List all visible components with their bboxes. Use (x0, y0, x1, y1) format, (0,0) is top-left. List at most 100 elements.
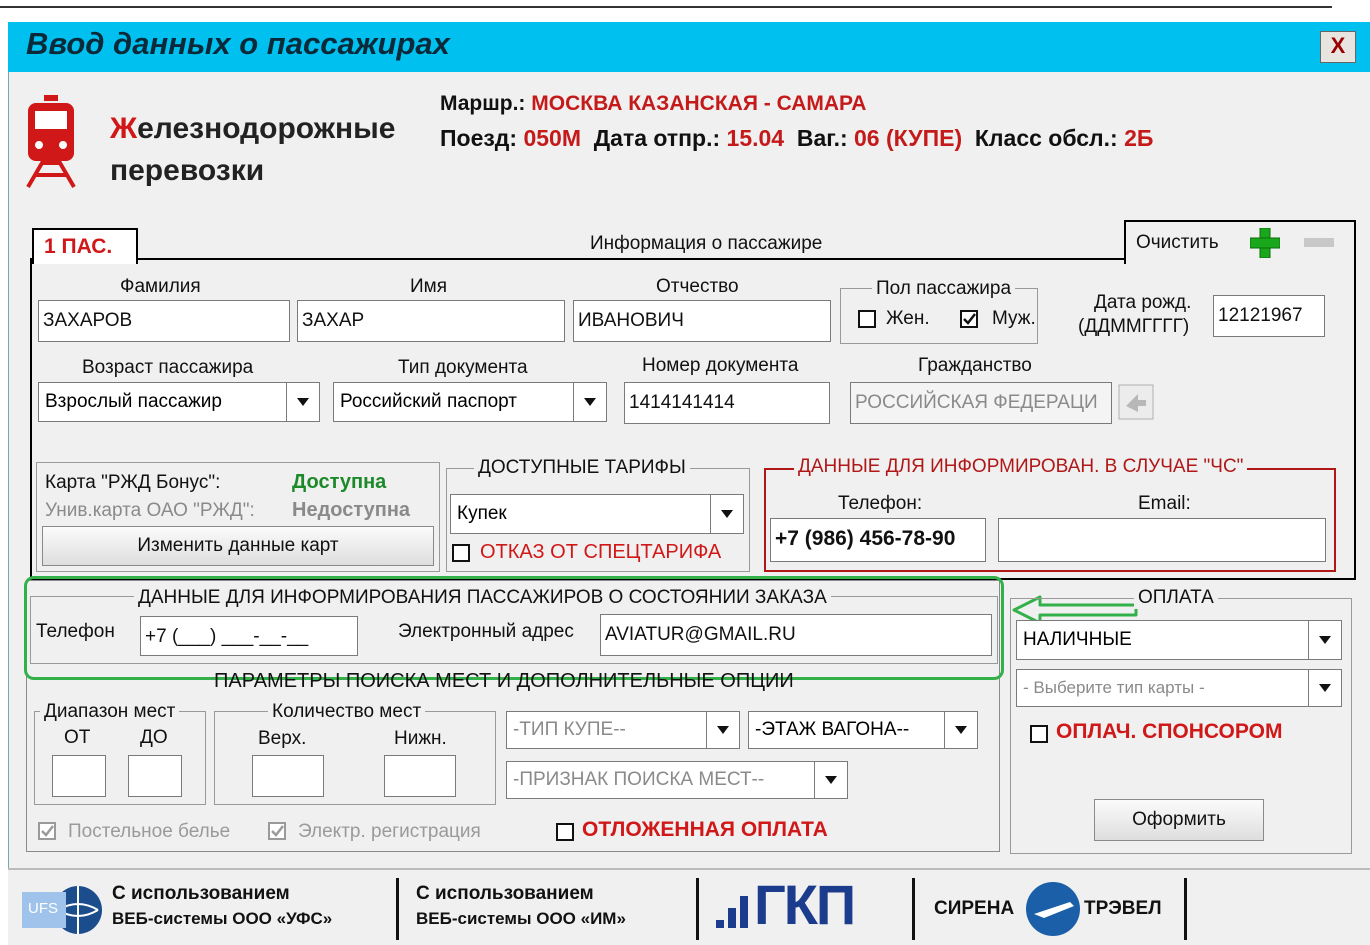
emergency-phone-field[interactable]: +7 (986) 456-78-90 (770, 518, 986, 562)
add-passenger-icon[interactable] (1250, 228, 1280, 258)
chevron-down-icon (1308, 670, 1341, 706)
deferred-checkbox[interactable] (556, 823, 574, 841)
univ-card-label: Унив.карта ОАО "РЖД": (45, 500, 255, 521)
surname-label: Фамилия (120, 276, 201, 297)
sponsor-checkbox[interactable] (1030, 725, 1048, 743)
gender-group-label: Пол пассажира (872, 278, 1016, 300)
siren-left: СИРЕНА (934, 898, 1015, 919)
chevron-down-icon (706, 712, 739, 748)
doctype-select[interactable]: Российский паспорт (333, 382, 607, 422)
chevron-down-icon (814, 762, 847, 798)
im-line1: С использованием (416, 883, 594, 904)
birth-label: Дата рожд. (1094, 292, 1192, 313)
range-to-label: ДО (140, 727, 168, 748)
chevron-down-icon (573, 383, 606, 421)
bedding-label: Постельное белье (68, 821, 231, 842)
male-checkbox[interactable] (960, 310, 978, 328)
docnum-label: Номер документа (642, 355, 799, 376)
deferred-label: ОТЛОЖЕННАЯ ОПЛАТА (582, 818, 828, 841)
footer-separator (696, 878, 699, 940)
univ-card-status: Недоступна (292, 499, 411, 521)
top-divider (0, 6, 1332, 8)
range-from-field[interactable] (52, 755, 106, 797)
birth-format-label: (ДДММГГГГ) (1078, 316, 1190, 337)
route-info: Маршр.: МОСКВА КАЗАНСКАЯ - САМАРА (440, 92, 867, 115)
checkmark-icon (271, 825, 284, 837)
range-to-field[interactable] (128, 755, 182, 797)
doctype-label: Тип документа (398, 357, 528, 378)
seat-feature-select[interactable]: -ПРИЗНАК ПОИСКА МЕСТ-- (506, 761, 848, 799)
change-cards-button[interactable]: Изменить данные карт (42, 526, 434, 566)
patronymic-field[interactable]: ИВАНОВИЧ (573, 300, 831, 342)
tariffs-group-label: ДОСТУПНЫЕ ТАРИФЫ (474, 457, 690, 479)
surname-field[interactable]: ЗАХАРОВ (38, 300, 290, 342)
refusal-label: ОТКАЗ ОТ СПЕЦТАРИФА (480, 541, 722, 563)
submit-button[interactable]: Оформить (1094, 799, 1264, 841)
sponsor-label: ОПЛАЧ. СПОНСОРОМ (1056, 720, 1283, 743)
emergency-email-field[interactable] (998, 518, 1326, 562)
emergency-email-label: Email: (1138, 493, 1191, 514)
male-label: Муж. (992, 308, 1036, 329)
ufs-badge: UFS (28, 900, 58, 917)
payment-group-label: ОПЛАТА (1134, 587, 1218, 609)
ufs-line1: С использованием (112, 883, 290, 904)
bonus-card-status: Доступна (292, 471, 387, 493)
citizenship-picker-icon[interactable] (1118, 384, 1154, 420)
checkmark-icon (41, 825, 54, 837)
name-label: Имя (410, 276, 448, 297)
gkp-mark-icon (716, 896, 748, 928)
ereg-checkbox[interactable] (268, 822, 286, 840)
footer-bar (8, 868, 1370, 945)
refusal-checkbox[interactable] (452, 544, 470, 562)
chevron-down-icon (710, 495, 743, 533)
search-group-label: ПАРАМЕТРЫ ПОИСКА МЕСТ И ДОПОЛНИТЕЛЬНЫЕ О… (214, 670, 794, 692)
citizenship-field[interactable]: РОССИЙСКАЯ ФЕДЕРАЦИ (850, 382, 1112, 424)
female-label: Жен. (886, 308, 930, 329)
name-field[interactable]: ЗАХАР (297, 300, 565, 342)
close-button[interactable]: X (1320, 31, 1356, 63)
train-icon (26, 95, 76, 189)
female-checkbox[interactable] (858, 310, 876, 328)
remove-passenger-icon[interactable] (1304, 238, 1334, 248)
chevron-down-icon (1308, 621, 1341, 659)
lower-count-field[interactable] (384, 755, 456, 797)
birth-date-field[interactable]: 12121967 (1213, 295, 1325, 337)
window-title: Ввод данных о пассажирах (26, 26, 450, 61)
tariff-select[interactable]: Купек (450, 494, 744, 534)
range-from-label: ОТ (64, 727, 91, 748)
card-type-select[interactable]: - Выберите тип карты - (1016, 669, 1342, 707)
checkmark-icon (963, 313, 976, 325)
clear-tab: Очистить (1124, 220, 1356, 264)
train-info: Поезд: 050М Дата отпр.: 15.04 Ваг.: 06 (… (440, 125, 1154, 151)
age-select[interactable]: Взрослый пассажир (38, 382, 320, 422)
footer-separator (912, 878, 915, 940)
im-line2: ВЕБ-системы ООО «ИМ» (416, 909, 626, 928)
siren-right: ТРЭВЕЛ (1084, 898, 1162, 919)
company-logo-text: Железнодорожные перевозки (110, 112, 396, 187)
coupe-type-select[interactable]: -ТИП КУПЕ-- (506, 711, 740, 749)
bedding-checkbox[interactable] (38, 822, 56, 840)
payment-method-select[interactable]: НАЛИЧНЫЕ (1016, 620, 1342, 660)
docnum-field[interactable]: 1414141414 (624, 382, 830, 424)
passenger-info-title: Информация о пассажире (590, 233, 823, 254)
gkp-logo: ГКП (754, 873, 856, 936)
chevron-down-icon (944, 712, 977, 748)
upper-label: Верх. (258, 728, 307, 749)
age-label: Возраст пассажира (82, 357, 254, 378)
bonus-card-label: Карта "РЖД Бонус": (45, 472, 221, 493)
lower-label: Нижн. (394, 728, 447, 749)
tab-passenger-1[interactable]: 1 ПАС. (32, 228, 138, 264)
emergency-group-label: ДАННЫЕ ДЛЯ ИНФОРМИРОВАН. В СЛУЧАЕ "ЧС" (794, 456, 1248, 478)
ufs-line2: ВЕБ-системы ООО «УФС» (112, 909, 333, 928)
highlight-frame (24, 576, 1004, 680)
siren-travel-logo-icon (1026, 882, 1080, 936)
footer-separator (1184, 878, 1187, 940)
car-floor-select[interactable]: -ЭТАЖ ВАГОНА-- (748, 711, 978, 749)
chevron-down-icon (286, 383, 319, 421)
count-group-label: Количество мест (268, 701, 426, 723)
citizenship-label: Гражданство (918, 355, 1032, 376)
upper-count-field[interactable] (252, 755, 324, 797)
patronymic-label: Отчество (656, 276, 739, 297)
clear-label[interactable]: Очистить (1136, 232, 1219, 254)
emergency-phone-label: Телефон: (838, 493, 923, 514)
